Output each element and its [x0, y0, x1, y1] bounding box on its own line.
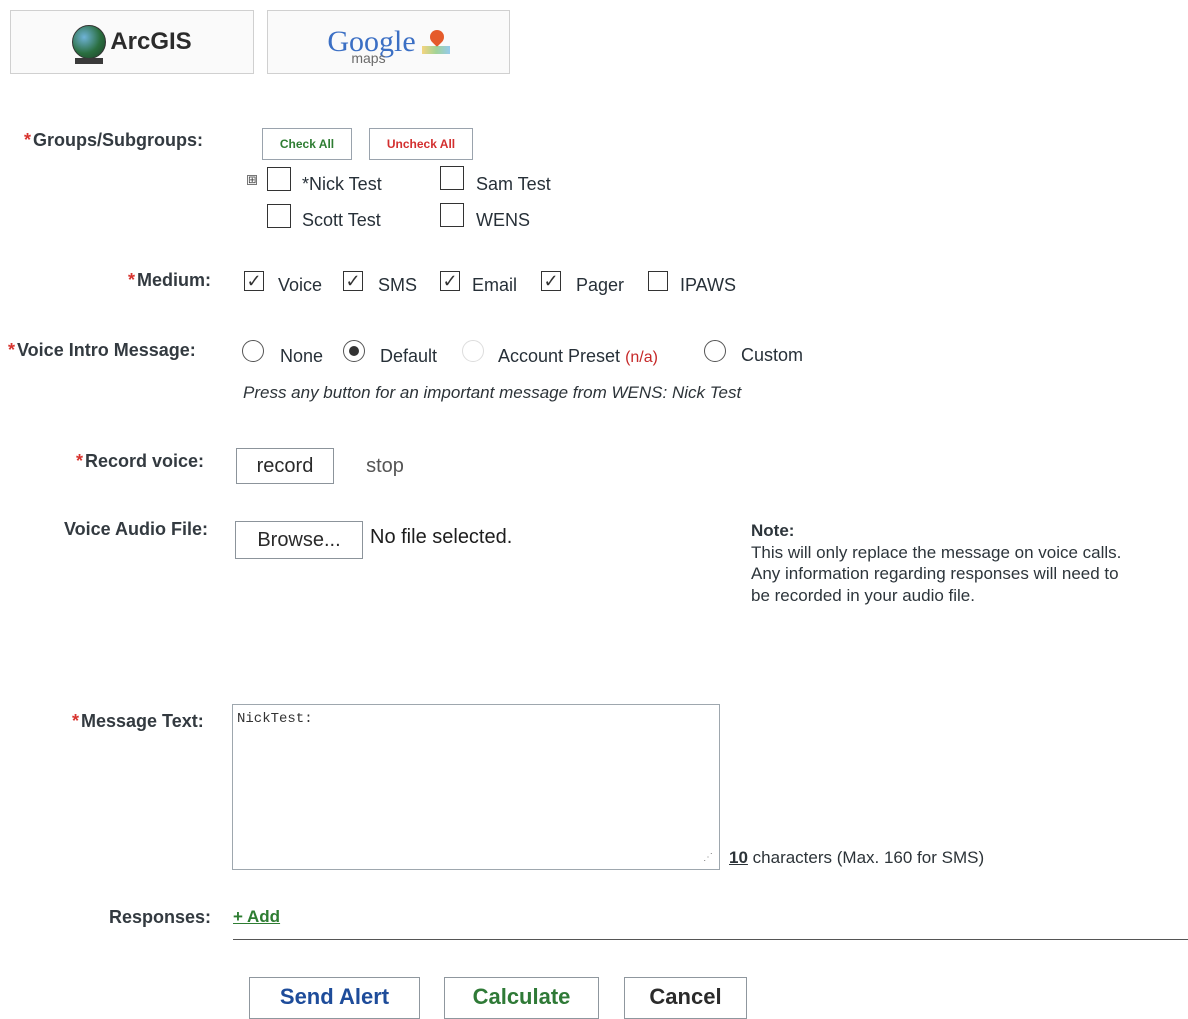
medium-label-pager: Pager: [576, 275, 625, 295]
note-line: be recorded in your audio file.: [751, 585, 975, 605]
group-checkbox-sam-test[interactable]: [440, 166, 464, 190]
note-line: Any information regarding responses will…: [751, 564, 1119, 584]
group-label-scott-test: Scott Test: [302, 210, 381, 230]
google-maps-button[interactable]: Google maps: [267, 10, 510, 74]
record-button[interactable]: record: [236, 448, 334, 484]
google-maps-logo: Google maps: [327, 27, 450, 66]
browse-button[interactable]: Browse...: [235, 521, 363, 559]
group-label-wens: WENS: [476, 210, 530, 230]
globe-icon: [72, 25, 107, 64]
medium-checkbox-pager[interactable]: ✓: [541, 271, 561, 291]
file-status: No file selected.: [370, 526, 513, 548]
required-asterisk: *: [76, 451, 84, 471]
required-asterisk: *: [8, 340, 16, 360]
voice-intro-label-account-preset: Account Preset (n/a): [498, 346, 658, 366]
required-asterisk: *: [72, 711, 80, 731]
voice-audio-file-label: Voice Audio File:: [64, 519, 209, 539]
medium-checkbox-voice[interactable]: ✓: [244, 271, 264, 291]
uncheck-all-button[interactable]: Uncheck All: [369, 128, 473, 160]
required-asterisk: *: [24, 130, 32, 150]
responses-label: Responses:: [109, 907, 212, 927]
send-alert-button[interactable]: Send Alert: [249, 977, 420, 1019]
check-all-button[interactable]: Check All: [262, 128, 352, 160]
groups-label: * Groups/Subgroups:: [24, 130, 204, 150]
medium-checkbox-email[interactable]: ✓: [440, 271, 460, 291]
arcgis-logo: ArcGIS: [72, 25, 192, 64]
char-count: 10 characters (Max. 160 for SMS): [729, 848, 984, 868]
char-count-suffix: characters (Max. 160 for SMS): [752, 848, 985, 867]
char-count-number: 10: [729, 848, 748, 867]
voice-intro-label-default: Default: [380, 346, 438, 366]
group-label-nick-test: *Nick Test: [302, 174, 382, 194]
calculate-button[interactable]: Calculate: [444, 977, 599, 1019]
note-title: Note:: [751, 521, 795, 540]
voice-intro-radio-account-preset[interactable]: [462, 340, 484, 362]
medium-label-voice: Voice: [278, 275, 323, 295]
voice-intro-radio-custom[interactable]: [704, 340, 726, 362]
required-asterisk: *: [128, 270, 136, 290]
resize-grip-icon[interactable]: ⋰: [703, 852, 715, 864]
medium-checkbox-sms[interactable]: ✓: [343, 271, 363, 291]
cancel-button[interactable]: Cancel: [624, 977, 747, 1019]
arcgis-map-button[interactable]: ArcGIS: [10, 10, 254, 74]
medium-checkbox-ipaws[interactable]: [648, 271, 668, 291]
medium-label-email: Email: [472, 275, 518, 295]
stop-button[interactable]: stop: [348, 448, 422, 484]
arcgis-label: ArcGIS: [110, 28, 192, 55]
group-checkbox-nick-test[interactable]: [267, 167, 291, 191]
add-response-link[interactable]: + Add: [233, 907, 280, 927]
medium-label-ipaws: IPAWS: [680, 275, 737, 295]
medium-label-sms: SMS: [378, 275, 418, 295]
voice-intro-radio-none[interactable]: [242, 340, 264, 362]
voice-intro-preview: Press any button for an important messag…: [243, 383, 742, 402]
voice-intro-label-none: None: [280, 346, 324, 366]
voice-intro-radio-default[interactable]: [343, 340, 365, 362]
group-checkbox-scott-test[interactable]: [267, 204, 291, 228]
voice-intro-label: * Voice Intro Message:: [8, 340, 196, 360]
medium-label: * Medium:: [128, 270, 212, 290]
google-wordmark: Google maps: [327, 27, 415, 66]
not-available-note: (n/a): [625, 349, 658, 366]
message-text-label: * Message Text:: [72, 711, 204, 731]
divider: [233, 939, 1188, 940]
expand-icon[interactable]: ⊞: [247, 175, 257, 186]
group-checkbox-wens[interactable]: [440, 203, 464, 227]
map-pin-icon: [421, 30, 450, 54]
group-label-sam-test: Sam Test: [476, 174, 551, 194]
note-line: This will only replace the message on vo…: [751, 542, 1122, 562]
audio-note: Note: This will only replace the message…: [751, 520, 1185, 606]
record-voice-label: * Record voice:: [76, 451, 205, 471]
google-maps-sublabel: maps: [351, 50, 386, 66]
message-textarea[interactable]: NickTest:: [232, 704, 720, 870]
voice-intro-label-custom: Custom: [741, 345, 804, 365]
